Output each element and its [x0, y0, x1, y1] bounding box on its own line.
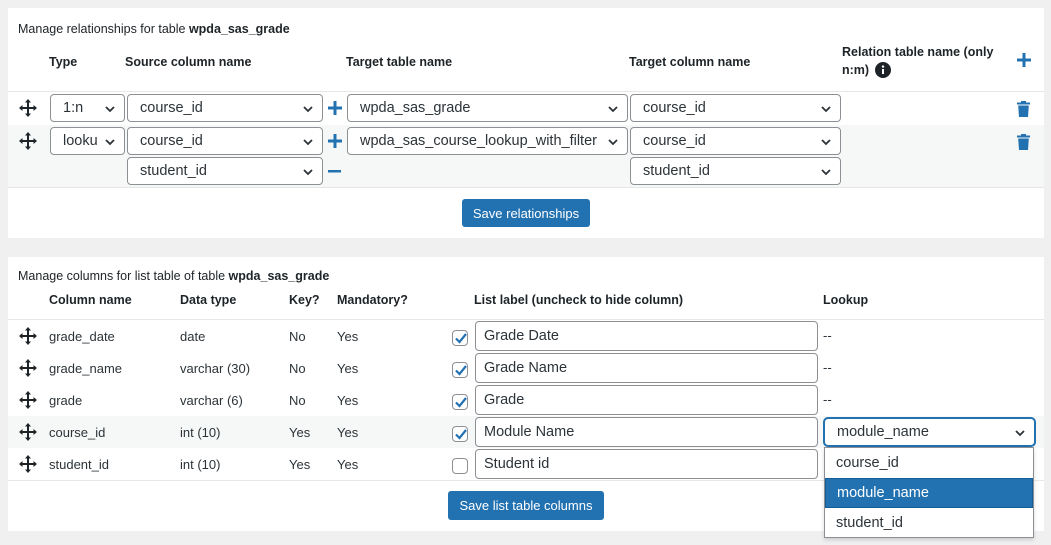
header-lookup: Lookup: [823, 293, 869, 307]
move-icon[interactable]: [19, 132, 37, 150]
source-column-select[interactable]: course_id: [127, 94, 323, 122]
divider: [8, 187, 1044, 188]
header-source-column: Source column name: [125, 55, 252, 69]
list-label-input[interactable]: Grade Date: [475, 321, 818, 351]
move-icon[interactable]: [19, 327, 37, 345]
mandatory-value: Yes: [337, 393, 359, 408]
list-label-input[interactable]: Grade Name: [475, 353, 818, 383]
mandatory-value: Yes: [337, 457, 359, 472]
key-value: No: [289, 329, 306, 344]
target-column-select[interactable]: course_id: [630, 94, 841, 122]
show-column-checkbox[interactable]: [452, 394, 468, 410]
chevron-down-icon: [821, 139, 831, 146]
remove-source-column-icon[interactable]: [328, 170, 341, 173]
lookup-option[interactable]: course_id: [825, 448, 1033, 478]
checkmark-icon: [455, 333, 467, 344]
header-target-column: Target column name: [629, 55, 751, 69]
target-table-select[interactable]: wpda_sas_grade: [347, 94, 628, 122]
column-name: grade: [49, 393, 83, 408]
key-value: Yes: [289, 425, 311, 440]
delete-icon[interactable]: [1017, 134, 1030, 150]
chevron-down-icon: [1015, 430, 1025, 437]
save-relationships-button[interactable]: Save relationships: [462, 199, 590, 227]
header-data-type: Data type: [180, 293, 237, 307]
source-column-select[interactable]: course_id: [127, 127, 323, 155]
relationships-panel: Manage relationships for table wpda_sas_…: [8, 8, 1044, 238]
checkmark-icon: [455, 429, 467, 440]
chevron-down-icon: [105, 139, 115, 146]
show-column-checkbox[interactable]: [452, 458, 468, 474]
chevron-down-icon: [303, 169, 313, 176]
move-icon[interactable]: [19, 455, 37, 473]
header-list-label: List label (uncheck to hide column): [474, 293, 684, 307]
chevron-down-icon: [303, 139, 313, 146]
data-type: varchar (30): [180, 361, 251, 376]
list-label-input[interactable]: Module Name: [475, 417, 818, 447]
header-key: Key?: [289, 293, 320, 307]
lookup-value: --: [823, 360, 832, 375]
column-name: course_id: [49, 425, 106, 440]
column-name: student_id: [49, 457, 109, 472]
data-type: int (10): [180, 425, 221, 440]
chevron-down-icon: [821, 106, 831, 113]
move-icon[interactable]: [19, 359, 37, 377]
relationships-caption: Manage relationships for table wpda_sas_…: [18, 22, 290, 36]
data-type: varchar (6): [180, 393, 243, 408]
move-icon[interactable]: [19, 391, 37, 409]
show-column-checkbox[interactable]: [452, 330, 468, 346]
target-table-select[interactable]: wpda_sas_course_lookup_with_filter: [347, 127, 628, 155]
chevron-down-icon: [608, 106, 618, 113]
columns-caption: Manage columns for list table of table w…: [18, 269, 330, 283]
checkmark-icon: [455, 397, 467, 408]
key-value: No: [289, 361, 306, 376]
add-source-column-icon[interactable]: [328, 101, 342, 115]
chevron-down-icon: [821, 169, 831, 176]
checkmark-icon: [455, 365, 467, 376]
add-relationship-icon[interactable]: [1017, 53, 1031, 67]
save-list-table-columns-button[interactable]: Save list table columns: [448, 491, 604, 520]
lookup-option-selected[interactable]: module_name: [825, 478, 1033, 508]
chevron-down-icon: [608, 139, 618, 146]
header-column-name: Column name: [49, 293, 132, 307]
lookup-option[interactable]: student_id: [825, 508, 1033, 538]
add-source-column-icon[interactable]: [328, 134, 342, 148]
extra-source-column-select[interactable]: student_id: [127, 157, 323, 185]
lookup-value: --: [823, 392, 832, 407]
mandatory-value: Yes: [337, 329, 359, 344]
key-value: Yes: [289, 457, 311, 472]
show-column-checkbox[interactable]: [452, 426, 468, 442]
data-type: int (10): [180, 457, 221, 472]
column-name: grade_date: [49, 329, 115, 344]
relationship-type-select[interactable]: 1:n: [50, 94, 125, 122]
lookup-value: --: [823, 328, 832, 343]
list-label-input[interactable]: Student id: [475, 449, 818, 479]
header-target-table: Target table name: [346, 55, 453, 69]
lookup-select[interactable]: module_name: [824, 418, 1035, 446]
key-value: No: [289, 393, 306, 408]
lookup-dropdown-list: course_id module_name student_id: [824, 447, 1034, 538]
header-type: Type: [49, 55, 78, 69]
relationship-type-select[interactable]: looku: [50, 127, 125, 155]
chevron-down-icon: [303, 106, 313, 113]
move-icon[interactable]: [19, 423, 37, 441]
info-icon[interactable]: [875, 62, 892, 78]
extra-target-column-select[interactable]: student_id: [630, 157, 841, 185]
data-type: date: [180, 329, 206, 344]
mandatory-value: Yes: [337, 425, 359, 440]
header-mandatory: Mandatory?: [337, 293, 408, 307]
column-name: grade_name: [49, 361, 122, 376]
target-column-select[interactable]: course_id: [630, 127, 841, 155]
chevron-down-icon: [105, 106, 115, 113]
list-label-input[interactable]: Grade: [475, 385, 818, 415]
move-icon[interactable]: [19, 99, 37, 117]
show-column-checkbox[interactable]: [452, 362, 468, 378]
delete-icon[interactable]: [1017, 101, 1030, 117]
header-relation-table: Relation table name (only n:m): [842, 45, 994, 78]
mandatory-value: Yes: [337, 361, 359, 376]
